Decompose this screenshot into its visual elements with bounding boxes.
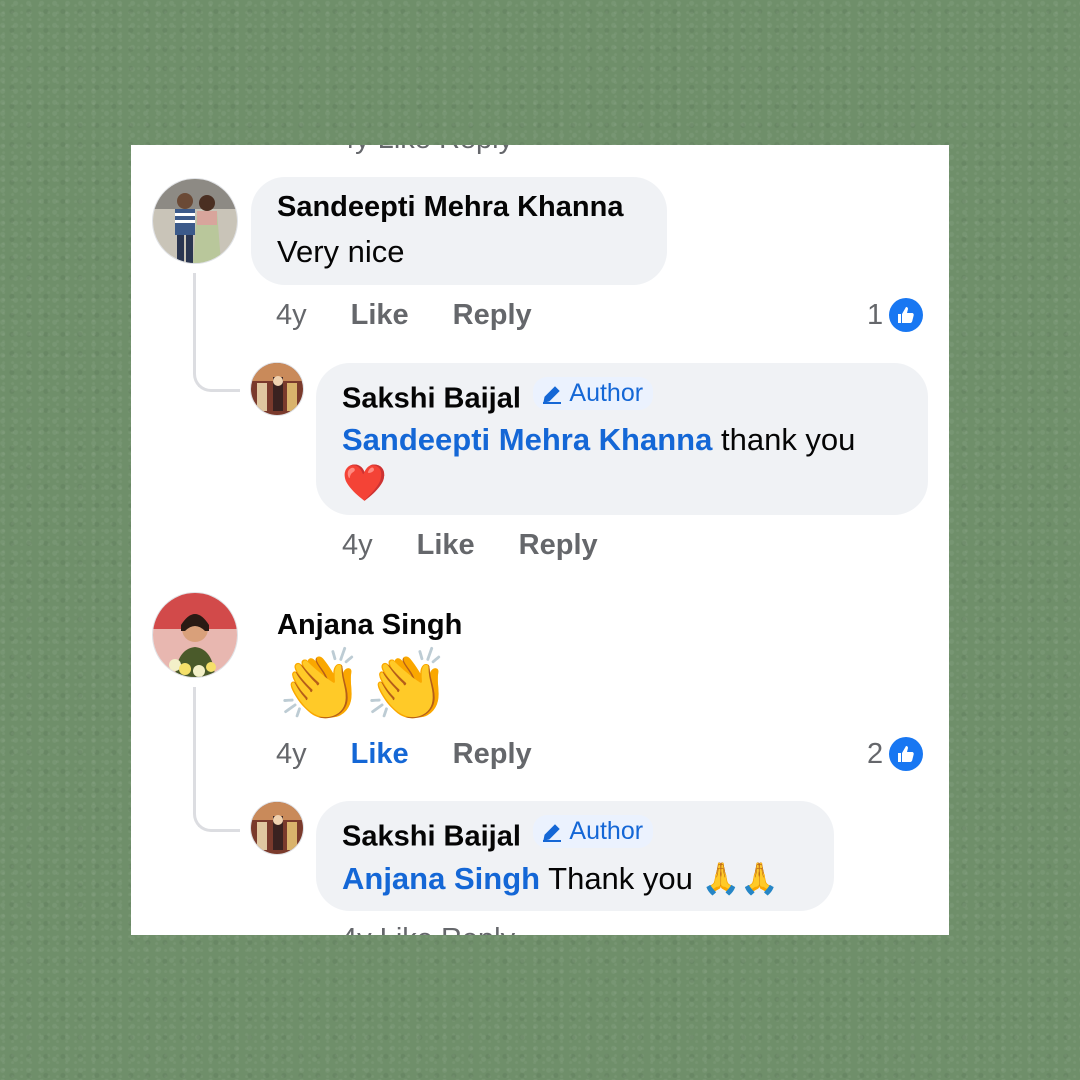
comment-timestamp[interactable]: 4y xyxy=(276,299,307,332)
comment-text: Very nice xyxy=(277,234,405,269)
reply-actions: 4y Like Reply xyxy=(342,529,642,562)
clap-emoji: 👏👏 xyxy=(277,646,452,724)
thread-connector xyxy=(193,687,240,832)
heart-emoji: ❤️ xyxy=(342,461,387,503)
cut-off-meta-row: 4y Like Reply xyxy=(341,923,515,935)
mention-link[interactable]: Sandeepti Mehra Khanna xyxy=(342,422,712,457)
reaction-summary[interactable]: 2 xyxy=(867,737,924,771)
comment-author[interactable]: Anjana Singh xyxy=(277,609,462,642)
reaction-count: 2 xyxy=(867,737,884,770)
reply-bubble[interactable]: Sakshi Baijal Author Sandeepti Mehra Kha… xyxy=(316,363,928,515)
mention-link[interactable]: Anjana Singh xyxy=(342,861,540,896)
avatar[interactable] xyxy=(152,592,238,678)
reaction-summary[interactable]: 1 xyxy=(867,298,924,332)
avatar[interactable] xyxy=(250,801,304,855)
pencil-icon xyxy=(543,823,562,842)
like-button[interactable]: Like xyxy=(351,299,409,332)
avatar[interactable] xyxy=(152,178,238,264)
reply-timestamp[interactable]: 4y xyxy=(342,529,373,562)
reply-text: thank you xyxy=(720,421,856,457)
author-badge: Author xyxy=(533,815,654,848)
pencil-icon xyxy=(543,385,562,404)
comment-actions: 4y Like Reply xyxy=(276,738,576,771)
cut-off-meta-row: 4y Like Reply xyxy=(339,145,513,156)
comment-actions: 4y Like Reply xyxy=(276,299,576,332)
avatar[interactable] xyxy=(250,362,304,416)
reply-text: Thank you 🙏🙏 xyxy=(548,860,779,896)
like-reaction-icon xyxy=(889,298,924,332)
comment-timestamp[interactable]: 4y xyxy=(276,738,307,771)
comment-bubble[interactable]: Sandeepti Mehra Khanna Very nice xyxy=(251,177,667,285)
reply-author[interactable]: Sakshi Baijal xyxy=(342,383,521,415)
like-button[interactable]: Like xyxy=(351,738,409,771)
author-badge-label: Author xyxy=(569,379,644,407)
reply-bubble[interactable]: Sakshi Baijal Author Anjana Singh Thank … xyxy=(316,801,834,911)
thread-connector xyxy=(193,273,240,392)
comments-panel: 4y Like Reply Sandeepti Mehra Khanna Ver… xyxy=(131,145,949,935)
author-badge-label: Author xyxy=(569,817,644,845)
like-button[interactable]: Like xyxy=(417,529,475,562)
comment-author[interactable]: Sandeepti Mehra Khanna xyxy=(277,191,641,224)
reply-button[interactable]: Reply xyxy=(519,529,598,562)
reply-button[interactable]: Reply xyxy=(453,738,532,771)
like-reaction-icon xyxy=(889,737,924,771)
author-badge: Author xyxy=(533,377,654,410)
reaction-count: 1 xyxy=(867,298,884,331)
reply-author[interactable]: Sakshi Baijal xyxy=(342,821,521,853)
reply-button[interactable]: Reply xyxy=(453,299,532,332)
